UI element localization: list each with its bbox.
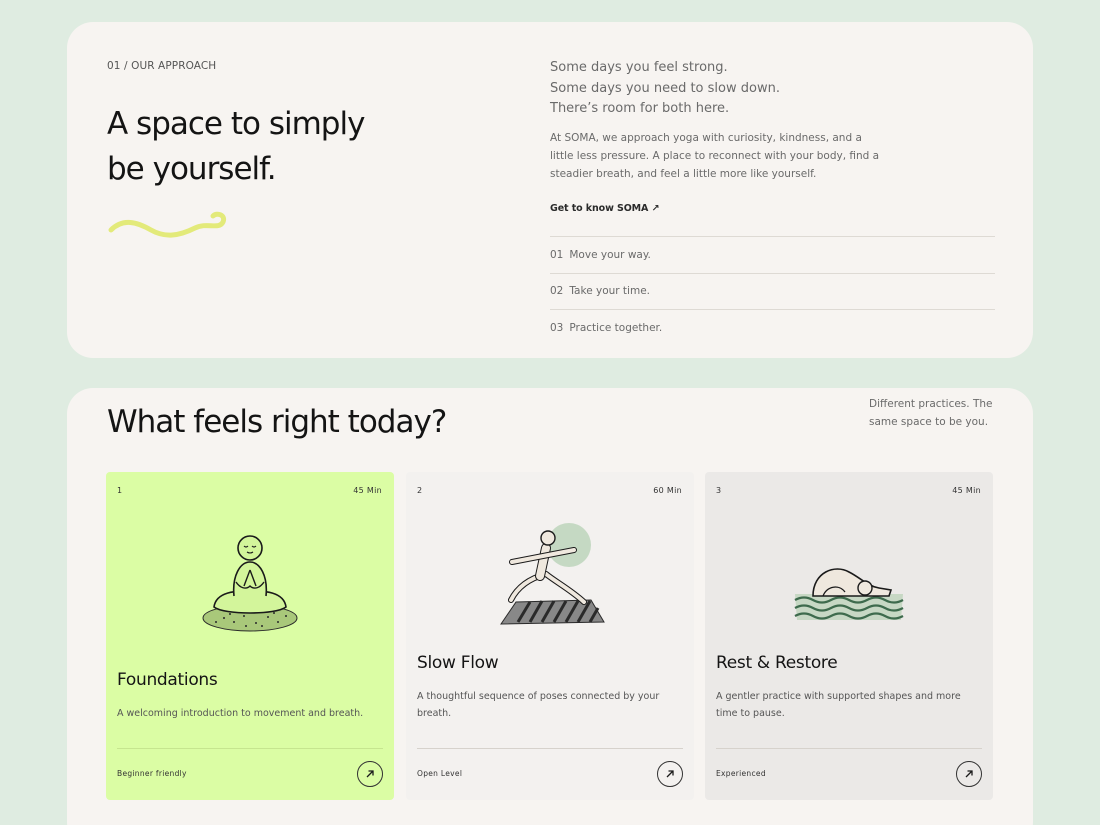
principle-item: 03 Practice together. <box>550 309 995 346</box>
squiggle-decoration-icon <box>108 211 227 238</box>
warrior-pose-icon <box>500 523 605 625</box>
card-divider <box>117 748 383 749</box>
arrow-up-right-icon <box>366 770 374 778</box>
card-divider <box>716 748 982 749</box>
practices-title: What feels right today? <box>107 404 447 440</box>
principle-item: 01 Move your way. <box>550 236 995 273</box>
principle-item: 02 Take your time. <box>550 272 995 310</box>
hero-title: A space to simply be yourself. <box>107 102 407 192</box>
arrow-up-right-icon <box>666 770 674 778</box>
principle-label: Practice together. <box>569 321 663 334</box>
principle-number: 02 <box>550 285 564 298</box>
practice-card-foundations[interactable]: 1 45 Min Foundations A welcoming introdu… <box>106 472 394 800</box>
meditation-icon <box>202 535 298 632</box>
card-title: Foundations <box>117 670 218 690</box>
card-index: 3 <box>716 486 722 495</box>
card-level: Experienced <box>716 769 766 778</box>
card-duration: 45 Min <box>353 486 382 495</box>
intro-lead-line: There’s room for both here. <box>550 101 730 116</box>
card-open-button[interactable] <box>956 761 982 787</box>
intro-lead-line: Some days you need to slow down. <box>550 80 780 96</box>
card-index: 1 <box>117 486 123 495</box>
arrow-up-right-icon <box>965 770 973 778</box>
practices-aside: Different practices. The same space to b… <box>869 398 993 428</box>
intro-body: At SOMA, we approach yoga with curiosity… <box>550 132 880 180</box>
card-title: Rest & Restore <box>716 653 838 673</box>
card-level: Beginner friendly <box>117 769 187 778</box>
principle-number: 03 <box>550 321 564 334</box>
card-duration: 45 Min <box>952 486 981 495</box>
childs-pose-icon <box>794 568 904 620</box>
principle-label: Move your way. <box>569 248 651 261</box>
intro-lead-line: Some days you feel strong. <box>550 60 728 75</box>
card-description: A welcoming introduction to movement and… <box>117 708 364 719</box>
card-level: Open Level <box>417 769 463 778</box>
card-description: A gentler practice with supported shapes… <box>716 691 961 719</box>
principle-number: 01 <box>550 248 564 261</box>
card-duration: 60 Min <box>653 486 682 495</box>
card-title: Slow Flow <box>417 653 499 673</box>
card-open-button[interactable] <box>657 761 683 787</box>
practice-card-slow-flow[interactable]: 2 60 Min Slow Flow A thoughtful sequence… <box>406 472 694 800</box>
card-description: A thoughtful sequence of poses connected… <box>417 691 660 719</box>
principle-label: Take your time. <box>569 285 650 298</box>
practices-section: What feels right today? Different practi… <box>67 388 1033 825</box>
principles-list: 01 Move your way. 02 Take your time. 03 Pra… <box>550 236 995 346</box>
hero-title-line-1: A space to simply <box>107 106 365 142</box>
approach-section: 01 / OUR APPROACH A space to simply be y… <box>67 22 1033 358</box>
card-open-button[interactable] <box>357 761 383 787</box>
hero-title-line-2: be yourself. <box>107 151 277 187</box>
card-divider <box>417 748 683 749</box>
intro-lead: Some days you feel strong. Some days you… <box>550 58 870 120</box>
section-eyebrow: 01 / OUR APPROACH <box>107 60 217 72</box>
practice-card-rest-restore[interactable]: 3 45 Min Rest & Restore A gentler practi… <box>705 472 993 800</box>
card-index: 2 <box>417 486 423 495</box>
about-soma-link[interactable]: Get to know SOMA ↗ <box>550 203 659 214</box>
